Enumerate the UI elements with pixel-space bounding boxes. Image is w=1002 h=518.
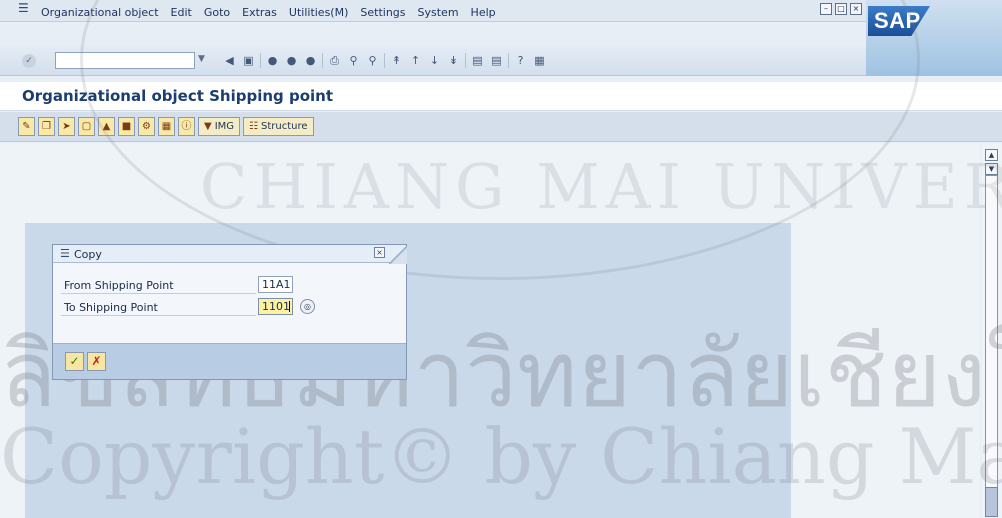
layout-menu-icon[interactable]: ▦ [532, 53, 547, 68]
page-title: Organizational object Shipping point [22, 87, 334, 105]
dialog-title-bar: ☰ Copy × [53, 244, 407, 264]
window-controls: – □ × [820, 3, 862, 15]
from-shipping-point-label: From Shipping Point [64, 279, 174, 292]
next-page-icon[interactable]: ↓ [427, 53, 442, 68]
settings-icon[interactable]: ⚙ [138, 117, 155, 136]
sap-logo: SAP [868, 6, 930, 36]
menu-edit[interactable]: Edit [165, 6, 198, 19]
cancel-icon[interactable]: ● [303, 53, 318, 68]
application-buttons: ✎ ❐ ➤ ▢ ▲ ■ ⚙ ▦ ⓘ ▼ IMG ☷ Structure [18, 117, 314, 136]
menu-utilities[interactable]: Utilities(M) [283, 6, 354, 19]
dialog-corner-curl [389, 244, 407, 264]
application-toolbar: ✎ ❐ ➤ ▢ ▲ ■ ⚙ ▦ ⓘ ▼ IMG ☷ Structure [0, 112, 1002, 142]
last-page-icon[interactable]: ↡ [446, 53, 461, 68]
previous-page-icon[interactable]: ↑ [408, 53, 423, 68]
img-button[interactable]: ▼ IMG [198, 117, 241, 136]
from-shipping-point-row: From Shipping Point [61, 276, 256, 294]
back-icon[interactable]: ● [265, 53, 280, 68]
menu-system[interactable]: System [412, 6, 465, 19]
to-shipping-point-row: To Shipping Point [61, 298, 256, 316]
menu-help[interactable]: Help [465, 6, 502, 19]
copy-icon[interactable]: ❐ [38, 117, 55, 136]
overview-icon[interactable]: ▦ [158, 117, 175, 136]
vertical-scrollbar[interactable]: ▲ ▼ [982, 143, 1002, 518]
enter-checkmark-icon[interactable]: ✓ [22, 54, 36, 68]
find-icon[interactable]: ⚲ [346, 53, 361, 68]
dialog-menu-icon[interactable]: ☰ [60, 247, 70, 260]
info-icon[interactable]: ⓘ [178, 117, 195, 136]
standard-toolbar: ✓ ▼ ◀ ▣ ● ● ● ⎙ ⚲ ⚲ ↟ ↑ ↓ ↡ ▤ ▤ ? ▦ [0, 46, 866, 76]
menu-organizational-object[interactable]: Organizational object [35, 6, 165, 19]
filter-icon: ▼ [204, 121, 212, 132]
help-icon[interactable]: ? [513, 53, 528, 68]
transport-icon[interactable]: ■ [118, 117, 135, 136]
separator [322, 53, 323, 68]
scroll-up-icon[interactable]: ▲ [985, 149, 998, 161]
dialog-title: Copy [74, 248, 102, 261]
copy-as-icon[interactable]: ➤ [58, 117, 75, 136]
menu-list: Organizational object Edit Goto Extras U… [35, 6, 502, 19]
copy-dialog: ☰ Copy × From Shipping Point 11A1 To Shi… [52, 244, 407, 380]
to-shipping-point-label: To Shipping Point [64, 301, 158, 314]
confirm-button[interactable]: ✓ [65, 352, 84, 371]
first-page-icon[interactable]: ↟ [389, 53, 404, 68]
title-bar: Organizational object Shipping point [0, 82, 1002, 111]
cancel-button[interactable]: ✗ [87, 352, 106, 371]
dialog-footer: ✓ ✗ [53, 343, 406, 379]
standard-toolbar-icons: ◀ ▣ ● ● ● ⎙ ⚲ ⚲ ↟ ↑ ↓ ↡ ▤ ▤ ? ▦ [222, 53, 547, 68]
menu-goto[interactable]: Goto [198, 6, 236, 19]
menu-settings[interactable]: Settings [354, 6, 411, 19]
structure-button[interactable]: ☷ Structure [243, 117, 314, 136]
img-button-label: IMG [214, 121, 235, 132]
separator [465, 53, 466, 68]
separator [384, 53, 385, 68]
exit-icon[interactable]: ● [284, 53, 299, 68]
delete-icon[interactable]: ▢ [78, 117, 95, 136]
close-window-icon[interactable]: × [850, 3, 862, 15]
check-icon[interactable]: ▲ [98, 117, 115, 136]
structure-icon: ☷ [249, 121, 258, 132]
value-help-icon[interactable]: ◎ [300, 299, 315, 314]
separator [260, 53, 261, 68]
save-icon[interactable]: ▣ [241, 53, 256, 68]
menu-extras[interactable]: Extras [236, 6, 283, 19]
find-next-icon[interactable]: ⚲ [365, 53, 380, 68]
system-menu-icon[interactable]: ☰ [18, 2, 31, 15]
scroll-track[interactable] [985, 175, 998, 515]
change-icon[interactable]: ✎ [18, 117, 35, 136]
print-icon[interactable]: ⎙ [327, 53, 342, 68]
dialog-close-icon[interactable]: × [374, 247, 385, 258]
back-arrow-icon[interactable]: ◀ [222, 53, 237, 68]
from-shipping-point-field[interactable]: 11A1 [258, 276, 293, 293]
to-shipping-point-field[interactable]: 1101 [258, 298, 293, 315]
logo-area: SAP [866, 0, 1002, 76]
maximize-icon[interactable]: □ [835, 3, 847, 15]
separator [508, 53, 509, 68]
scroll-down-icon[interactable]: ▼ [985, 163, 998, 175]
minimize-icon[interactable]: – [820, 3, 832, 15]
scroll-thumb[interactable] [985, 487, 998, 517]
menu-bar: ☰ Organizational object Edit Goto Extras… [0, 0, 1002, 22]
command-field[interactable] [55, 52, 195, 69]
new-session-icon[interactable]: ▤ [470, 53, 485, 68]
command-history-icon[interactable]: ▼ [198, 54, 208, 68]
structure-button-label: Structure [261, 121, 308, 132]
shortcut-icon[interactable]: ▤ [489, 53, 504, 68]
